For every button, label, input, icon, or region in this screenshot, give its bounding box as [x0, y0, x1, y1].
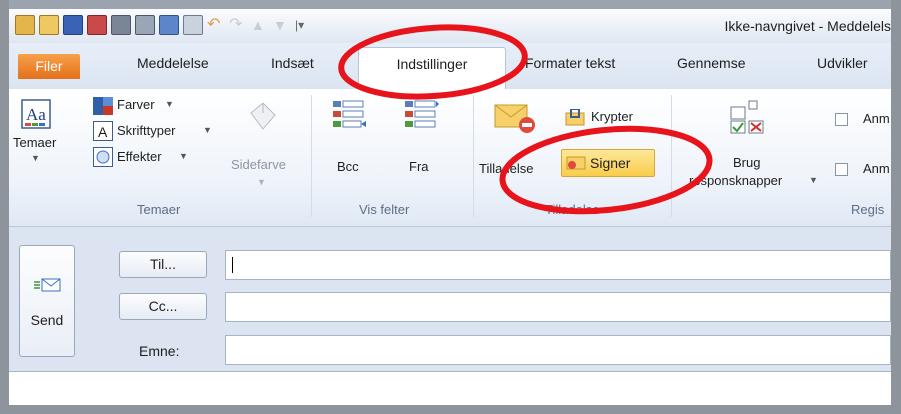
annotation-overlay [338, 24, 713, 215]
outlook-message-window: ↶ ↷ ▲ ▼ |▾ Ikke-navngivet - Meddelels Fi… [0, 0, 901, 414]
annotation-circle-options-tab [338, 24, 528, 100]
annotation-circle-sign-button [499, 125, 713, 215]
